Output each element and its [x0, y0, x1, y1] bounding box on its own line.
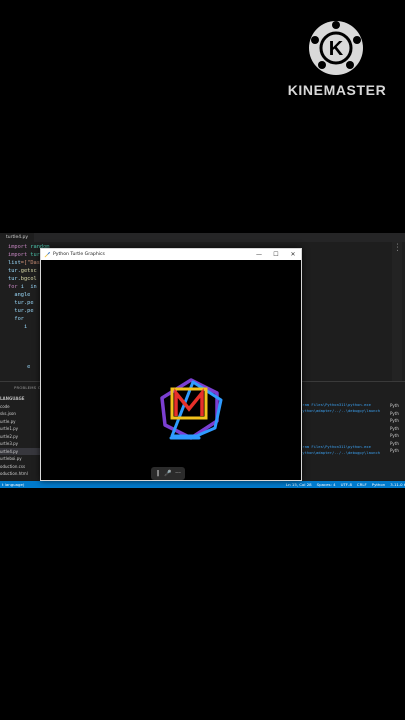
editor-tab[interactable]: turtle4.py [0, 233, 35, 242]
terminal-line: python\adapter/../..\debugpy\launch [300, 450, 381, 455]
terminal-instance[interactable]: Pyth [390, 417, 405, 425]
status-item[interactable]: Python [372, 482, 386, 487]
terminal-instance[interactable]: Pyth [390, 447, 405, 455]
terminal-instance[interactable]: Pyth [390, 440, 405, 448]
status-item[interactable]: CRLF [357, 482, 367, 487]
media-toolbar: ‖ 🎤 ··· [151, 467, 185, 480]
terminal-instance[interactable]: Pyth [390, 432, 405, 440]
logo-letter: K [329, 38, 344, 60]
explorer-item[interactable]: urtle.py [0, 418, 44, 426]
status-item[interactable]: Ln 15, Col 28 [286, 482, 312, 487]
explorer-item[interactable]: urtle3.py [0, 440, 44, 448]
status-language[interactable]: t language) [2, 481, 24, 488]
turtle-graphics-window[interactable]: Python Turtle Graphics — ☐ ✕ ‖ 🎤 ··· [40, 248, 302, 481]
terminal-list: Pyth Pyth Pyth Pyth Pyth Pyth Pyth [390, 402, 405, 455]
status-bar: t language) Ln 15, Col 28 Spaces: 4 UTF-8 C… [0, 481, 405, 488]
explorer-header: LANGUAGE [0, 396, 25, 401]
editor-tab-bar: turtle4.py [0, 233, 405, 242]
close-button[interactable]: ✕ [285, 249, 301, 260]
explorer-item[interactable]: oduction.html [0, 470, 44, 478]
explorer-item[interactable]: urtle1.py [0, 425, 44, 433]
kinemaster-logo-icon: K [309, 21, 363, 75]
status-item[interactable]: Spaces: 4 [317, 482, 336, 487]
turtle-canvas[interactable]: ‖ 🎤 ··· [41, 260, 301, 480]
terminal-line: python\adapter/../..\debugpy\launch [300, 408, 381, 413]
status-item[interactable]: 3.11.0 64 [390, 482, 405, 487]
explorer-item[interactable]: urtle2.py [0, 433, 44, 441]
minimap[interactable] [392, 242, 402, 382]
status-item[interactable]: UTF-8 [341, 482, 352, 487]
terminal-instance[interactable]: Pyth [390, 402, 405, 410]
window-title: Python Turtle Graphics [53, 252, 105, 257]
turtle-drawing [160, 378, 223, 440]
pause-icon[interactable]: ‖ [153, 467, 163, 480]
python-feather-icon [44, 251, 51, 258]
kinemaster-wordmark: KINEMASTER [287, 82, 387, 98]
explorer-item[interactable]: urtle4.py [0, 447, 44, 455]
explorer-item[interactable]: oduction.css [0, 463, 44, 471]
explorer-item[interactable]: code [0, 403, 44, 411]
window-titlebar[interactable]: Python Turtle Graphics — ☐ ✕ [41, 249, 301, 260]
minimize-button[interactable]: — [251, 249, 267, 260]
file-explorer: LANGUAGE code sks.json urtle.py urtle1.py ur… [0, 395, 44, 478]
status-right-items: Ln 15, Col 28 Spaces: 4 UTF-8 CRLF Python 3.1… [286, 481, 405, 488]
maximize-button[interactable]: ☐ [268, 249, 284, 260]
microphone-icon[interactable]: 🎤 [163, 467, 173, 480]
terminal-output[interactable]: gram Files\Python311\python.exe python\ad… [300, 402, 390, 456]
split-editor-icon[interactable]: ⋮ [393, 243, 402, 253]
more-icon[interactable]: ··· [173, 467, 183, 480]
terminal-instance[interactable]: Pyth [390, 425, 405, 433]
explorer-item[interactable]: sks.json [0, 410, 44, 418]
terminal-instance[interactable]: Pyth [390, 410, 405, 418]
explorer-item[interactable]: urtleboi.py [0, 455, 44, 463]
